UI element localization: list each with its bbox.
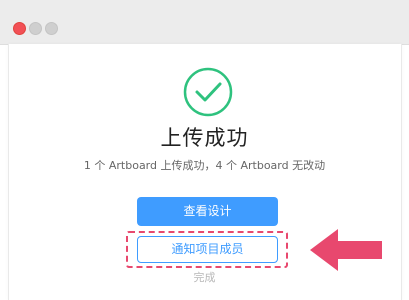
maximize-window-button[interactable] <box>45 22 58 35</box>
minimize-window-button[interactable] <box>29 22 42 35</box>
notify-members-button[interactable]: 通知项目成员 <box>137 236 278 263</box>
close-window-button[interactable] <box>13 22 26 35</box>
arrow-left-icon <box>310 229 382 271</box>
upload-result-summary: 1 个 Artboard 上传成功，4 个 Artboard 无改动 <box>83 159 326 172</box>
upload-success-title: 上传成功 <box>160 126 249 150</box>
check-circle-icon <box>183 67 233 117</box>
window-titlebar <box>0 0 409 45</box>
view-design-button[interactable]: 查看设计 <box>137 197 278 226</box>
screen: 上传成功 1 个 Artboard 上传成功，4 个 Artboard 无改动 … <box>0 0 409 300</box>
